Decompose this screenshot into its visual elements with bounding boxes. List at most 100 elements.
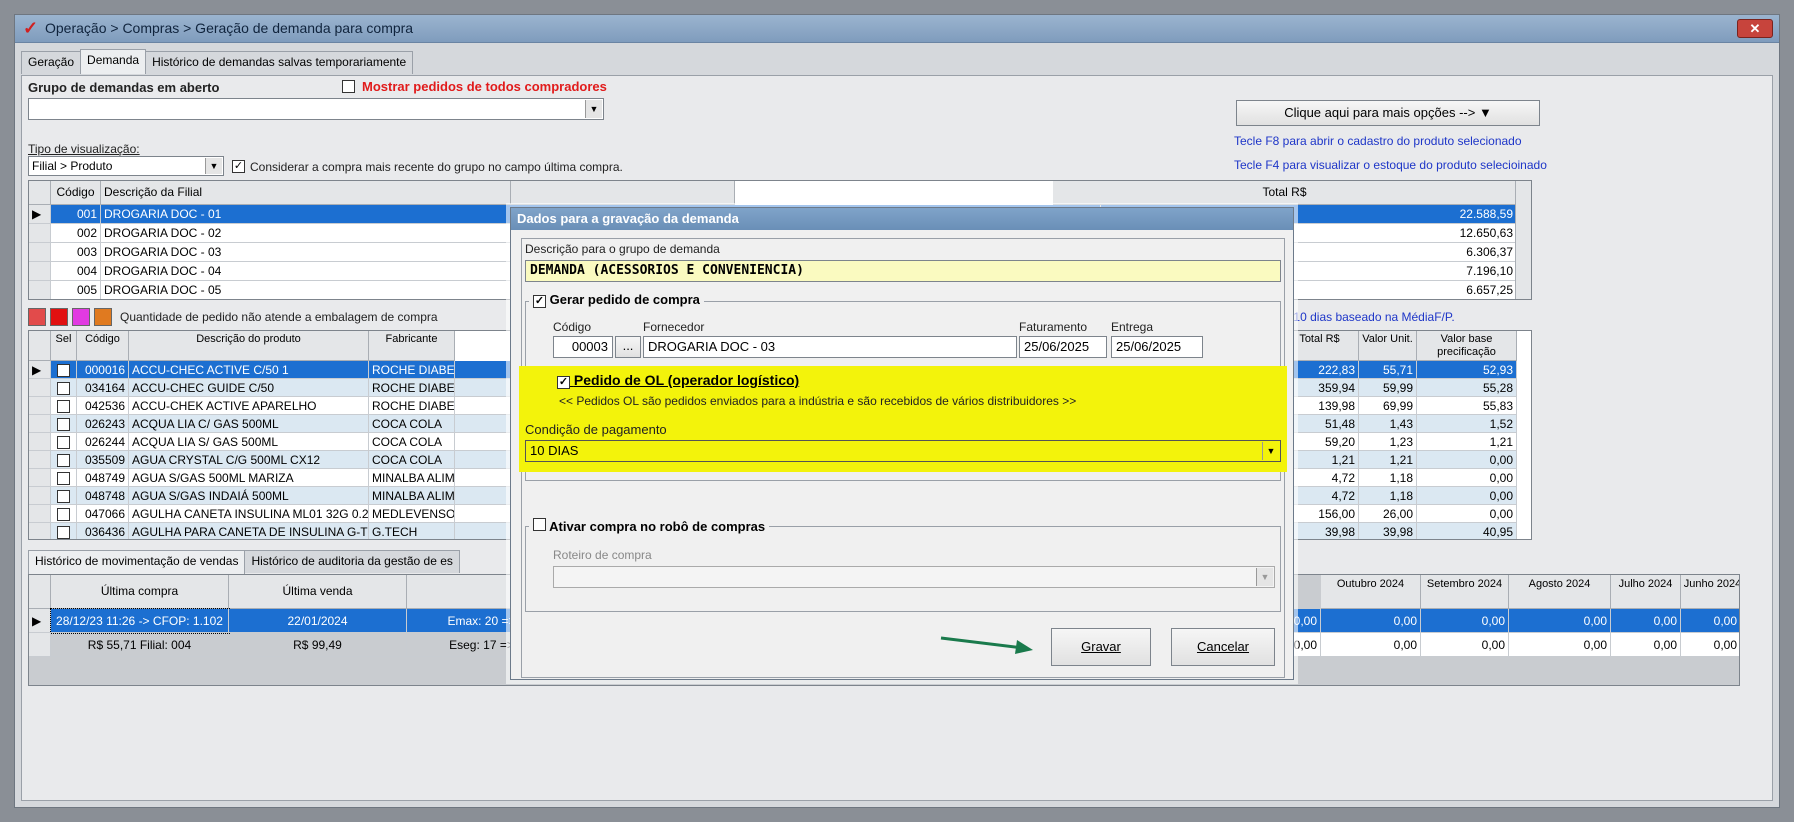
product-name: ACQUA LIA S/ GAS 500ML	[129, 433, 369, 451]
product-code: 048748	[77, 487, 129, 505]
row-indicator	[29, 523, 51, 539]
select-checkbox[interactable]	[51, 379, 77, 397]
select-checkbox[interactable]	[51, 451, 77, 469]
col-header[interactable]: Junho 2024	[1681, 575, 1739, 609]
col-header[interactable]: Julho 2024	[1611, 575, 1681, 609]
app-logo-icon: ✓	[23, 18, 39, 38]
checkbox[interactable]	[57, 508, 70, 522]
gen-order-label: Gerar pedido de compra	[549, 292, 700, 307]
payment-select[interactable]: 10 DIAS ▼	[525, 440, 1281, 462]
scrollbar[interactable]	[1515, 181, 1531, 299]
chevron-down-icon: ▼	[1256, 568, 1273, 586]
code-input[interactable]: 00003	[553, 336, 613, 358]
legend-swatch-orange	[94, 308, 112, 326]
select-checkbox[interactable]	[51, 415, 77, 433]
col-header[interactable]: Valor base precificação	[1417, 331, 1517, 361]
row-indicator	[29, 469, 51, 487]
product-value: 40,95	[1417, 523, 1517, 539]
billing-label: Faturamento	[1019, 320, 1088, 334]
checkbox[interactable]	[57, 454, 70, 468]
row-indicator	[29, 505, 51, 523]
more-options-button[interactable]: Clique aqui para mais opções --> ▼	[1236, 100, 1540, 126]
close-button[interactable]: ✕	[1737, 19, 1773, 38]
col-filial[interactable]: Descrição da Filial	[101, 181, 511, 205]
show-all-checkbox[interactable]	[342, 80, 355, 93]
col-header[interactable]: Fabricante	[369, 331, 455, 361]
select-checkbox[interactable]	[51, 505, 77, 523]
cancel-button[interactable]: Cancelar	[1171, 628, 1275, 666]
col-codigo[interactable]: Código	[51, 181, 101, 205]
billing-input[interactable]: 25/06/2025	[1019, 336, 1107, 358]
tab-hist-auditoria[interactable]: Histórico de auditoria da gestão de es	[244, 550, 460, 573]
checkbox[interactable]	[57, 472, 70, 486]
select-checkbox[interactable]	[51, 433, 77, 451]
manufacturer: COCA COLA	[369, 415, 455, 433]
product-value: 1,23	[1359, 433, 1417, 451]
checkbox[interactable]	[57, 526, 70, 539]
col-header[interactable]: Setembro 2024	[1421, 575, 1509, 609]
manufacturer: MEDLEVENSO	[369, 505, 455, 523]
month-value: 0,00	[1611, 609, 1681, 633]
col-header[interactable]: Valor Unit.	[1359, 331, 1417, 361]
manufacturer: ROCHE DIABE	[369, 397, 455, 415]
save-button[interactable]: Gravar	[1051, 628, 1151, 666]
delivery-input[interactable]: 25/06/2025	[1111, 336, 1203, 358]
product-name: AGUA CRYSTAL C/G 500ML CX12	[129, 451, 369, 469]
tab-hist-vendas[interactable]: Histórico de movimentação de vendas	[28, 550, 246, 575]
col-header[interactable]: Outubro 2024	[1321, 575, 1421, 609]
product-value: 55,71	[1359, 361, 1417, 379]
col-header[interactable]: Código	[77, 331, 129, 361]
product-code: 034164	[77, 379, 129, 397]
col-header[interactable]: Última venda	[229, 575, 407, 609]
legend-swatch-red	[28, 308, 46, 326]
arrow-icon	[940, 636, 1033, 654]
product-name: AGULHA PARA CANETA DE INSULINA G-T	[129, 523, 369, 539]
product-value: 0,00	[1417, 469, 1517, 487]
product-value: 1,21	[1417, 433, 1517, 451]
view-select[interactable]: Filial > Produto ▼	[28, 156, 224, 176]
checkbox[interactable]	[57, 364, 70, 378]
robot-checkbox[interactable]	[533, 518, 546, 531]
select-checkbox[interactable]	[51, 523, 77, 539]
code-label: Código	[553, 320, 592, 334]
last-sale: 22/01/2024	[229, 609, 407, 633]
route-select[interactable]: ▼	[553, 566, 1275, 588]
legend-swatch-magenta	[72, 308, 90, 326]
tab-geracao[interactable]: Geração	[21, 51, 82, 74]
gen-order-checkbox[interactable]: ✓	[533, 295, 546, 308]
col-bairro[interactable]	[511, 181, 735, 205]
col-header[interactable]: Agosto 2024	[1509, 575, 1611, 609]
desc-input[interactable]: DEMANDA (ACESSORIOS E CONVENIENCIA)	[525, 260, 1281, 282]
route-label: Roteiro de compra	[553, 548, 652, 562]
col-header[interactable]: Última compra	[51, 575, 229, 609]
tab-historico[interactable]: Histórico de demandas salvas temporariam…	[145, 51, 414, 74]
select-checkbox[interactable]	[51, 361, 77, 379]
select-checkbox[interactable]	[51, 469, 77, 487]
ol-option[interactable]: ✓ Pedido de OL (operador logístico)	[557, 372, 799, 389]
checkbox[interactable]	[57, 418, 70, 432]
ol-note: << Pedidos OL são pedidos enviados para …	[559, 394, 1077, 408]
row-indicator	[29, 281, 51, 299]
checkbox[interactable]	[57, 436, 70, 450]
consider-checkbox[interactable]: ✓	[232, 160, 245, 173]
col-total[interactable]: Total R$	[1053, 181, 1517, 205]
chevron-down-icon: ▼	[585, 100, 602, 118]
tab-demanda[interactable]: Demanda	[80, 49, 147, 74]
row-indicator	[29, 262, 51, 281]
product-value: 52,93	[1417, 361, 1517, 379]
group-select[interactable]: ▼	[28, 98, 604, 120]
checkbox[interactable]	[57, 382, 70, 396]
supplier-input[interactable]: DROGARIA DOC - 03	[643, 336, 1017, 358]
col-header[interactable]: Sel	[51, 331, 77, 361]
ol-checkbox[interactable]: ✓	[557, 376, 570, 389]
checkbox[interactable]	[57, 400, 70, 414]
supplier-lookup-button[interactable]: ...	[615, 336, 641, 358]
select-checkbox[interactable]	[51, 487, 77, 505]
month-value: 0,00	[1509, 609, 1611, 633]
product-code: 000016	[77, 361, 129, 379]
desc-label: Descrição para o grupo de demanda	[525, 242, 720, 256]
col-header[interactable]: Descrição do produto	[129, 331, 369, 361]
checkbox[interactable]	[57, 490, 70, 504]
dialog-title: Dados para a gravação da demanda	[511, 208, 1293, 230]
select-checkbox[interactable]	[51, 397, 77, 415]
